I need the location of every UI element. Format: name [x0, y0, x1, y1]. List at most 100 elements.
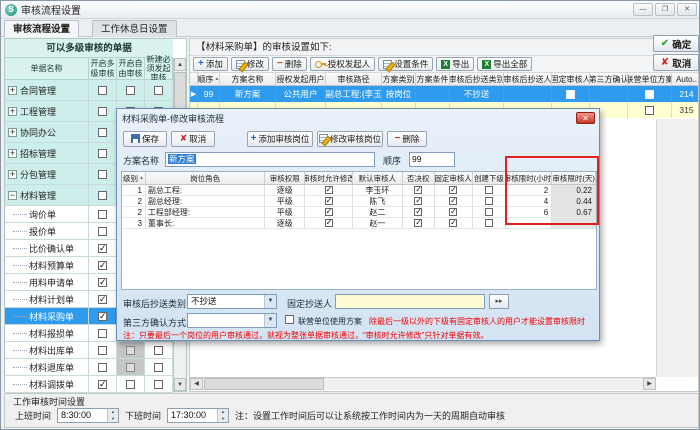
- checkbox[interactable]: [645, 106, 654, 115]
- tab-audit-process[interactable]: 审核流程设置: [4, 20, 79, 37]
- toolbar-button-添加[interactable]: +添加: [193, 57, 228, 71]
- checkbox[interactable]: [154, 346, 163, 355]
- modify-audit-post-button[interactable]: 修改审核岗位: [317, 131, 383, 147]
- tree-checkbox-cell: [89, 274, 117, 291]
- checkbox[interactable]: [126, 363, 135, 372]
- start-time-field[interactable]: 8:30:00 ▲▼: [57, 408, 119, 423]
- scroll-up-icon[interactable]: ▲: [174, 58, 186, 71]
- checkbox[interactable]: [126, 86, 135, 95]
- scheme-name-input[interactable]: 新方案: [165, 152, 375, 167]
- checkbox[interactable]: [414, 186, 422, 194]
- chevron-down-icon[interactable]: ▼: [264, 314, 276, 327]
- toolbar-button-授权发起人[interactable]: 授权发起人: [310, 57, 376, 71]
- cancel-button[interactable]: ✘ 取消: [653, 54, 699, 71]
- dialog-cancel-button[interactable]: ✘取消: [171, 131, 215, 147]
- checkbox[interactable]: [98, 170, 107, 179]
- checkbox[interactable]: [414, 197, 422, 205]
- tree-row-材料退库单[interactable]: 材料退库单: [5, 359, 173, 376]
- checkbox[interactable]: [98, 191, 107, 200]
- toolbar-button-导出全部[interactable]: X导出全部: [477, 57, 532, 71]
- checkbox[interactable]: [98, 261, 107, 270]
- scroll-left-icon[interactable]: ◀: [190, 378, 203, 390]
- checkbox[interactable]: [126, 346, 135, 355]
- checkbox[interactable]: [98, 227, 107, 236]
- checkbox[interactable]: [485, 219, 493, 227]
- cc-type-select[interactable]: 不抄送 ▼: [187, 294, 277, 309]
- checkbox[interactable]: [449, 197, 457, 205]
- scheme-table-row[interactable]: ▶99新方案公共用户副总工程:{李玉按岗位不抄送214: [190, 86, 699, 102]
- expand-icon[interactable]: +: [8, 170, 17, 179]
- end-time-field[interactable]: 17:30:00 ▲▼: [167, 408, 229, 423]
- checkbox[interactable]: [98, 329, 107, 338]
- close-button-icon[interactable]: ✕: [677, 3, 697, 16]
- ok-button[interactable]: ✔ 确定: [653, 35, 699, 52]
- third-party-label: 第三方确认方式: [123, 316, 186, 329]
- checkbox[interactable]: [98, 149, 107, 158]
- toolbar-button-导出[interactable]: X导出: [436, 57, 474, 71]
- checkbox[interactable]: [325, 186, 333, 194]
- browse-button[interactable]: ▸▸: [489, 294, 509, 309]
- expand-icon[interactable]: +: [8, 107, 17, 116]
- checkbox[interactable]: [449, 219, 457, 227]
- tab-rest-day[interactable]: 工作休息日设置: [92, 20, 177, 37]
- toolbar-button-设置条件[interactable]: 设置条件: [378, 57, 433, 71]
- spin-down-icon[interactable]: ▼: [218, 416, 228, 423]
- checkbox[interactable]: [325, 219, 333, 227]
- checkbox[interactable]: [98, 380, 107, 389]
- scrollbar-thumb[interactable]: [204, 378, 324, 390]
- checkbox[interactable]: [154, 86, 163, 95]
- third-party-select[interactable]: ▼: [187, 313, 277, 328]
- checkbox[interactable]: [154, 380, 163, 389]
- checkbox[interactable]: [154, 363, 163, 372]
- tree-checkbox-cell: [145, 376, 173, 393]
- checkbox[interactable]: [485, 186, 493, 194]
- spin-down-icon[interactable]: ▼: [108, 416, 118, 423]
- checkbox[interactable]: [98, 244, 107, 253]
- checkbox[interactable]: [449, 208, 457, 216]
- checkbox[interactable]: [98, 128, 107, 137]
- expand-icon[interactable]: +: [8, 149, 17, 158]
- checkbox[interactable]: [414, 219, 422, 227]
- checkbox[interactable]: [485, 197, 493, 205]
- scroll-down-icon[interactable]: ▼: [174, 378, 186, 391]
- scroll-right-icon[interactable]: ▶: [643, 378, 656, 390]
- checkbox[interactable]: [98, 363, 107, 372]
- checkbox[interactable]: [485, 208, 493, 216]
- expand-icon[interactable]: +: [8, 86, 17, 95]
- fixed-cc-input[interactable]: [335, 294, 485, 309]
- checkbox[interactable]: [645, 90, 654, 99]
- checkbox[interactable]: [98, 312, 107, 321]
- tree-row-材料调拨单[interactable]: 材料调拨单: [5, 376, 173, 393]
- start-time-stepper[interactable]: ▲▼: [107, 409, 118, 422]
- toolbar-button-修改[interactable]: 修改: [231, 57, 269, 71]
- delete-audit-post-button[interactable]: −删除: [387, 131, 427, 147]
- checkbox[interactable]: [414, 208, 422, 216]
- checkbox[interactable]: [325, 208, 333, 216]
- order-input[interactable]: 99: [409, 152, 455, 167]
- checkbox[interactable]: [98, 278, 107, 287]
- table-hscrollbar[interactable]: ◀ ▶: [190, 377, 656, 390]
- maximize-button-icon[interactable]: ❐: [655, 3, 675, 16]
- checkbox[interactable]: [98, 210, 107, 219]
- tree-row-材料出库单[interactable]: 材料出库单: [5, 342, 173, 359]
- joint-unit-checkbox[interactable]: [285, 315, 294, 324]
- dialog-toolbar: 保存 ✘取消 +添加审核岗位 修改审核岗位 −删除: [117, 129, 599, 148]
- checkbox[interactable]: [98, 107, 107, 116]
- toolbar-button-删除[interactable]: −删除: [272, 57, 307, 71]
- checkbox[interactable]: [449, 186, 457, 194]
- checkbox[interactable]: [566, 90, 575, 99]
- checkbox[interactable]: [98, 86, 107, 95]
- save-button[interactable]: 保存: [123, 131, 167, 147]
- minimize-button-icon[interactable]: —: [633, 3, 653, 16]
- checkbox[interactable]: [98, 295, 107, 304]
- add-audit-post-button[interactable]: +添加审核岗位: [247, 131, 313, 147]
- expand-icon[interactable]: +: [8, 128, 17, 137]
- collapse-icon[interactable]: −: [8, 191, 17, 200]
- checkbox[interactable]: [126, 380, 135, 389]
- end-time-stepper[interactable]: ▲▼: [217, 409, 228, 422]
- checkbox[interactable]: [98, 346, 107, 355]
- dialog-close-icon[interactable]: ✕: [576, 112, 595, 124]
- chevron-down-icon[interactable]: ▼: [264, 295, 276, 308]
- checkbox[interactable]: [325, 197, 333, 205]
- tree-row-合同管理[interactable]: +合同管理: [5, 80, 173, 101]
